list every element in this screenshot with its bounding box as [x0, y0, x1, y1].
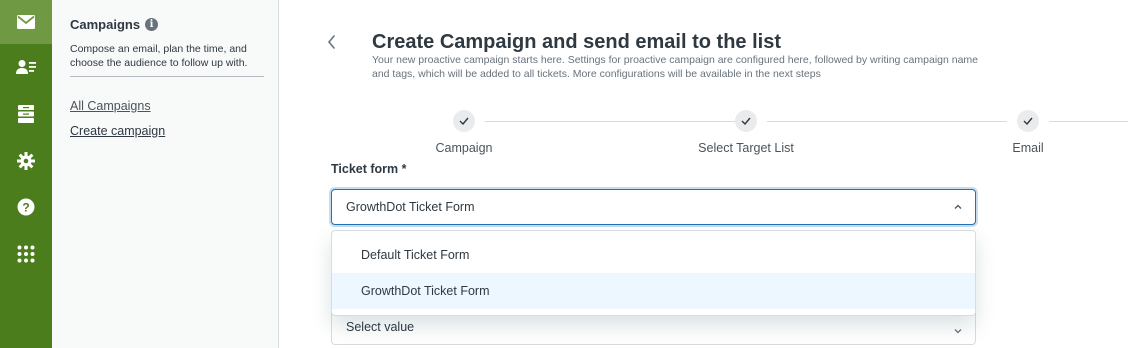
- nav-archive[interactable]: [0, 92, 52, 136]
- back-button[interactable]: [322, 32, 342, 52]
- check-icon: [459, 117, 469, 125]
- gear-icon: [17, 152, 35, 170]
- dropdown-option-growthdot[interactable]: GrowthDot Ticket Form: [332, 273, 975, 309]
- step-connector: [767, 121, 1007, 122]
- step-3-check: [1017, 110, 1039, 132]
- step-3-label: Email: [1012, 141, 1044, 155]
- nav-campaigns[interactable]: [0, 0, 52, 44]
- campaigns-sidebar: Campaigns i Compose an email, plan the t…: [52, 0, 279, 348]
- contacts-icon: [16, 60, 36, 74]
- dropdown-option-default[interactable]: Default Ticket Form: [332, 237, 975, 273]
- chevron-up-icon: [954, 204, 962, 209]
- ticket-form-label: Ticket form *: [331, 162, 407, 176]
- step-2-check: [735, 110, 757, 132]
- sidebar-description: Compose an email, plan the time, and cho…: [70, 42, 264, 77]
- sidebar-title: Campaigns i: [70, 17, 159, 32]
- help-icon: ?: [17, 198, 35, 216]
- step-connector: [1049, 121, 1128, 122]
- ticket-form-value: GrowthDot Ticket Form: [346, 200, 475, 214]
- all-campaigns-link[interactable]: All Campaigns: [70, 99, 151, 113]
- nav-apps[interactable]: [0, 232, 52, 276]
- step-2-label: Select Target List: [698, 141, 794, 155]
- next-field-value: Select value: [346, 320, 415, 334]
- step-connector: [485, 121, 735, 122]
- ticket-form-select[interactable]: GrowthDot Ticket Form: [331, 189, 976, 225]
- apps-grid-icon: [17, 245, 35, 263]
- mail-icon: [17, 15, 35, 29]
- page-subtitle: Your new proactive campaign starts here.…: [372, 54, 979, 80]
- sidebar-title-text: Campaigns: [70, 17, 141, 32]
- chevron-down-icon: [954, 329, 962, 334]
- nav-contacts[interactable]: [0, 45, 52, 89]
- check-icon: [741, 117, 751, 125]
- step-1-check: [453, 110, 475, 132]
- app-nav-rail: ?: [0, 0, 52, 348]
- ticket-form-dropdown: Default Ticket Form GrowthDot Ticket For…: [331, 230, 976, 316]
- info-icon[interactable]: i: [145, 18, 159, 31]
- svg-text:?: ?: [22, 201, 29, 215]
- nav-help[interactable]: ?: [0, 185, 52, 229]
- create-campaign-link[interactable]: Create campaign: [70, 124, 165, 138]
- check-icon: [1023, 117, 1033, 125]
- chevron-left-icon: [327, 35, 335, 49]
- step-1-label: Campaign: [435, 141, 493, 155]
- nav-settings[interactable]: [0, 139, 52, 183]
- archive-icon: [18, 105, 34, 123]
- page-title: Create Campaign and send email to the li…: [372, 31, 781, 53]
